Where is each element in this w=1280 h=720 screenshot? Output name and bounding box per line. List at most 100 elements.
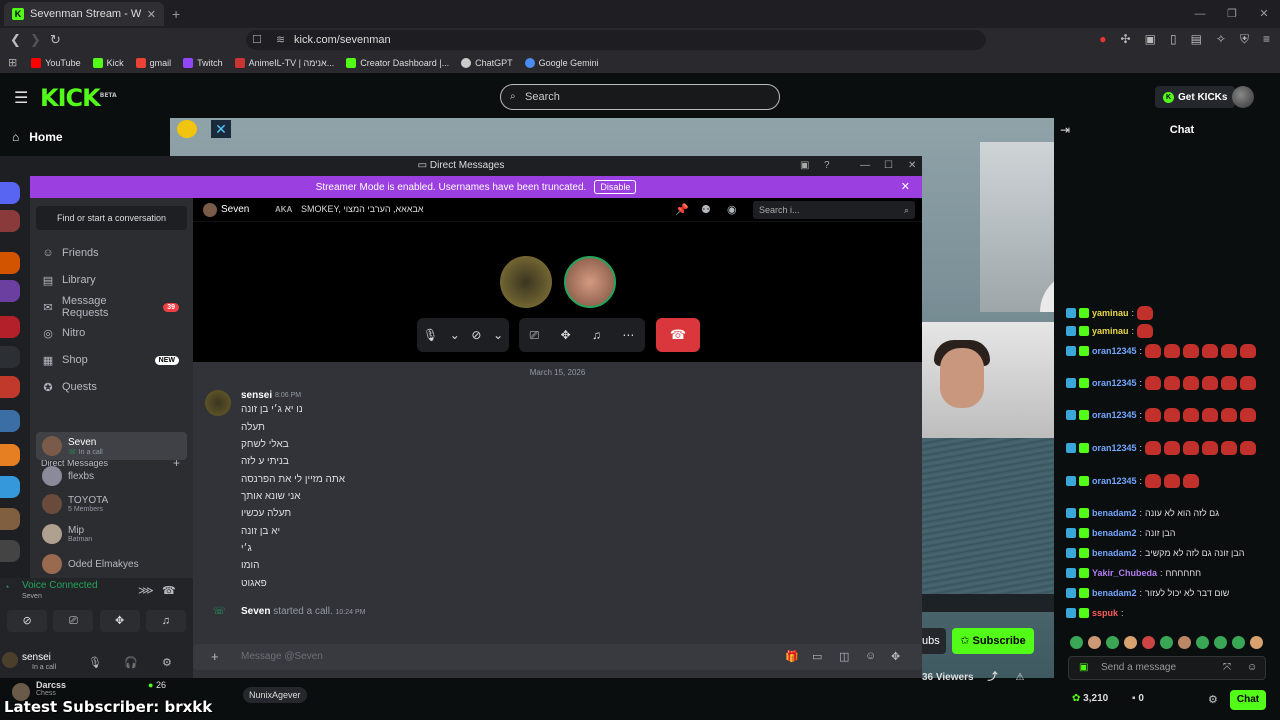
avatar[interactable]: [2, 652, 18, 668]
report-icon[interactable]: ⚠: [1016, 672, 1025, 683]
server-icon[interactable]: [0, 508, 20, 530]
chevron-down-icon[interactable]: ⌄: [450, 328, 460, 342]
emoji-icon[interactable]: ☺: [1247, 657, 1257, 679]
camera-off-icon[interactable]: ⊘: [471, 328, 481, 342]
server-icon[interactable]: [0, 444, 20, 466]
dm-item-flexbs[interactable]: flexbs: [36, 462, 187, 490]
kick-search-input[interactable]: ⌕ Search: [500, 84, 780, 110]
emote-icon[interactable]: [1088, 636, 1101, 649]
disconnect-icon[interactable]: ☎: [162, 584, 176, 597]
chat-username[interactable]: oran12345: [1092, 410, 1137, 420]
chat-username[interactable]: oran12345: [1092, 443, 1137, 453]
kick-logo[interactable]: KICKBETA: [40, 84, 117, 112]
back-icon[interactable]: ❮: [10, 32, 21, 48]
chat-user-name[interactable]: Seven: [221, 204, 249, 215]
soundboard-icon[interactable]: ♫: [145, 610, 186, 632]
voice-connected-label[interactable]: Voice Connected: [22, 580, 98, 591]
nav-library[interactable]: ▤ Library: [36, 269, 187, 291]
server-icon[interactable]: [0, 376, 20, 398]
chat-identity-icon[interactable]: ▣: [1079, 657, 1088, 679]
chat-username[interactable]: benadam2: [1092, 548, 1137, 558]
gift-icon[interactable]: 🎁: [785, 650, 799, 663]
maximize-icon[interactable]: ☐: [884, 156, 893, 176]
bookmark-animeil[interactable]: AnimeIL-TV | אנימה...: [234, 57, 334, 68]
hamburger-menu-icon[interactable]: ☰: [14, 88, 28, 108]
pin-icon[interactable]: 📌: [675, 203, 689, 216]
bookmark-icon[interactable]: ☐: [252, 30, 262, 50]
profile-icon[interactable]: ◉: [727, 203, 737, 216]
server-icon[interactable]: [0, 316, 20, 338]
bookmark-gmail[interactable]: gmail: [135, 57, 171, 68]
chat-username[interactable]: oran12345: [1092, 346, 1137, 356]
mic-control[interactable]: 🎙 ⌄ ⊘ ⌄: [417, 318, 509, 352]
server-icon[interactable]: [0, 410, 20, 432]
call-participant-avatar-speaking[interactable]: [564, 256, 616, 308]
discord-home-icon[interactable]: [0, 182, 20, 204]
wallet-icon[interactable]: ▣: [1145, 32, 1156, 47]
message-author[interactable]: sensei: [241, 390, 272, 401]
disable-button[interactable]: Disable: [594, 180, 637, 194]
find-conversation-button[interactable]: Find or start a conversation: [36, 206, 187, 230]
chat-username[interactable]: yaminau: [1092, 308, 1129, 318]
add-attachment-icon[interactable]: +: [211, 649, 219, 664]
chat-username[interactable]: benadam2: [1092, 528, 1137, 538]
emote-icon[interactable]: [1232, 636, 1245, 649]
avatar[interactable]: [205, 390, 231, 416]
chat-username[interactable]: benadam2: [1092, 588, 1137, 598]
server-icon[interactable]: [0, 476, 20, 498]
emote-icon[interactable]: [1160, 636, 1173, 649]
microphone-icon[interactable]: 🎙: [88, 656, 102, 669]
emote-icon[interactable]: [1178, 636, 1191, 649]
bookmark-twitch[interactable]: Twitch: [183, 57, 223, 68]
emoji-icon[interactable]: ☺: [865, 650, 876, 662]
emote-icon[interactable]: [1124, 636, 1137, 649]
record-icon[interactable]: ●: [1099, 32, 1106, 47]
dm-item-toyota[interactable]: TOYOTA 5 Members: [36, 490, 187, 518]
reader-icon[interactable]: ▤: [1191, 32, 1202, 47]
translate-icon[interactable]: ⤧: [1223, 657, 1231, 679]
dm-item-oded[interactable]: Oded Elmakyes: [36, 550, 187, 578]
server-icon[interactable]: [0, 280, 20, 302]
chat-username[interactable]: Yakir_Chubeda: [1092, 568, 1157, 578]
chat-username[interactable]: yaminau: [1092, 326, 1129, 336]
close-window-icon[interactable]: ✕: [1248, 0, 1280, 28]
vpn-icon[interactable]: ⛨: [1240, 32, 1249, 47]
bookmark-gemini[interactable]: Google Gemini: [524, 57, 599, 68]
nav-friends[interactable]: ☺ Friends: [36, 242, 187, 264]
server-icon[interactable]: [0, 346, 20, 368]
chat-username[interactable]: sspuk: [1092, 608, 1118, 618]
emote-icon[interactable]: [1196, 636, 1209, 649]
emote-icon[interactable]: [1142, 636, 1155, 649]
site-info-icon[interactable]: ≋: [276, 30, 285, 50]
chat-username[interactable]: benadam2: [1092, 508, 1137, 518]
settings-gear-icon[interactable]: ⚙: [162, 656, 172, 669]
screen-share-icon[interactable]: ⎚: [530, 328, 540, 343]
ai-icon[interactable]: ✧: [1216, 32, 1226, 47]
bookmark-kick[interactable]: Kick: [92, 57, 124, 68]
user-avatar[interactable]: [1232, 86, 1254, 108]
nav-message-requests[interactable]: ✉ Message Requests 39: [36, 295, 187, 319]
emote-icon[interactable]: [1214, 636, 1227, 649]
share-icon[interactable]: ⤴: [988, 672, 998, 683]
gift-subs-button[interactable]: ubs: [922, 628, 946, 654]
server-icon[interactable]: [0, 252, 20, 274]
nav-shop[interactable]: ▦ Shop NEW: [36, 349, 187, 371]
browser-tab[interactable]: K Sevenman Stream - Watch Live o ✕: [4, 2, 164, 26]
message-input[interactable]: + Message @Seven 🎁 ▭ ◫ ☺ ✥: [193, 644, 922, 670]
soundboard-icon[interactable]: ♫: [592, 328, 601, 342]
call-participant-avatar[interactable]: [500, 256, 552, 308]
inbox-icon[interactable]: ▣: [800, 156, 809, 176]
emote-icon[interactable]: [1070, 636, 1083, 649]
screen-share-icon[interactable]: ⎚: [53, 610, 94, 632]
points-balance[interactable]: ▪ 0: [1132, 693, 1144, 704]
chat-username[interactable]: oran12345: [1092, 378, 1137, 388]
close-banner-icon[interactable]: ✕: [901, 180, 910, 193]
bookmark-chatgpt[interactable]: ChatGPT: [461, 57, 513, 68]
apps-icon[interactable]: ⊞: [8, 56, 17, 69]
gif-icon[interactable]: ▭: [812, 650, 822, 663]
end-call-button[interactable]: ☎: [656, 318, 700, 352]
emote-icon[interactable]: [1106, 636, 1119, 649]
nav-nitro[interactable]: ◎ Nitro: [36, 322, 187, 344]
minimize-icon[interactable]: —: [1184, 0, 1216, 28]
url-field[interactable]: ☐ ≋ kick.com/sevenman: [246, 30, 986, 50]
